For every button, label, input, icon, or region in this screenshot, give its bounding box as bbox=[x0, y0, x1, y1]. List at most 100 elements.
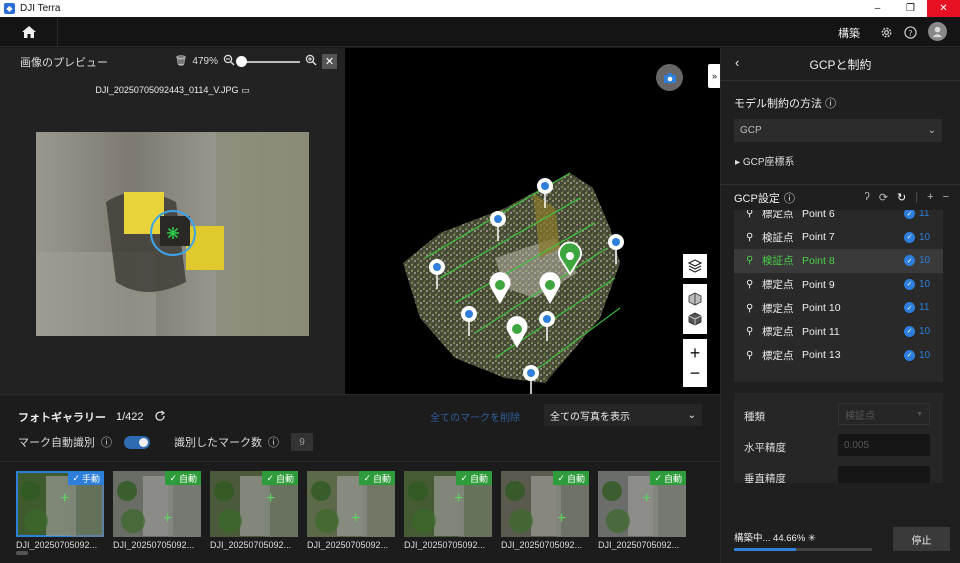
mode-label[interactable]: 構築 bbox=[838, 25, 860, 41]
screenshot-camera-button[interactable] bbox=[656, 64, 683, 91]
gcp-row[interactable]: ⚲ 検証点 Point 7 ✓ 10 bbox=[734, 226, 943, 250]
gcp-info-icon[interactable]: ⓘ bbox=[784, 190, 795, 206]
kind-dropdown[interactable]: 検証点 ▼ bbox=[838, 403, 930, 425]
check-icon: ✓ bbox=[72, 472, 80, 483]
h-accuracy-input[interactable]: 0.005 bbox=[838, 434, 930, 456]
gcp-type: 標定点 bbox=[762, 210, 794, 221]
close-preview-button[interactable]: ✕ bbox=[322, 54, 337, 69]
photo-thumbnail[interactable]: ✓ 手動 + DJI_20250705092... bbox=[16, 471, 104, 550]
photo-thumbnail[interactable]: ✓ 自動 + DJI_20250705092... bbox=[404, 471, 492, 550]
check-icon: ✓ bbox=[557, 472, 565, 483]
badge-label: 自動 bbox=[566, 473, 585, 484]
photo-thumbnail[interactable]: ✓ 自動 + DJI_20250705092... bbox=[501, 471, 589, 550]
auto-mark-info-icon[interactable]: ⓘ bbox=[101, 434, 112, 450]
window-titlebar: ◆ DJI Terra – ❐ ✕ bbox=[0, 0, 960, 17]
viewport-zoom-in-button[interactable]: + bbox=[690, 343, 701, 363]
gcp-type: 検証点 bbox=[762, 231, 794, 244]
folder-icon[interactable]: ▭ bbox=[241, 85, 250, 95]
thumbnail-caption: DJI_20250705092... bbox=[16, 540, 98, 550]
v-accuracy-input[interactable] bbox=[838, 466, 930, 483]
point-cloud-viewport[interactable] bbox=[345, 48, 720, 394]
gcp-check-icon[interactable]: ✓ bbox=[904, 255, 915, 267]
mark-badge: ✓ 自動 bbox=[262, 471, 298, 485]
gcp-type: 標定点 bbox=[762, 279, 794, 292]
progress-text: 構築中... 44.66% bbox=[734, 533, 806, 544]
badge-label: 自動 bbox=[469, 473, 488, 484]
constraint-method-dropdown[interactable]: GCP ⌄ bbox=[734, 119, 942, 142]
gcp-check-icon[interactable]: ✓ bbox=[904, 349, 915, 361]
back-chevron-icon[interactable]: ‹ bbox=[735, 55, 739, 70]
gallery-scrollbar[interactable] bbox=[16, 551, 28, 555]
gcp-point-name: Point 11 bbox=[802, 325, 840, 338]
3d-cube-icon[interactable] bbox=[688, 292, 702, 306]
thumbnail-caption: DJI_20250705092... bbox=[307, 540, 389, 550]
zoom-out-icon[interactable] bbox=[223, 54, 235, 69]
refresh-icon[interactable] bbox=[154, 410, 166, 425]
zoom-slider-knob[interactable] bbox=[236, 55, 247, 67]
marks-count-value: 9 bbox=[291, 433, 313, 451]
gcp-row[interactable]: ⚲ 標定点 Point 11 ✓ 10 bbox=[734, 320, 943, 344]
marker-tool-icon[interactable]: ʔ bbox=[864, 191, 870, 204]
thumbnail-image: ✓ 自動 + bbox=[307, 471, 395, 537]
delete-icon[interactable]: 🗑 bbox=[175, 56, 188, 67]
thumbnail-caption: DJI_20250705092... bbox=[113, 540, 195, 550]
gcp-row[interactable]: ⚲ 標定点 Point 9 ✓ 10 bbox=[734, 273, 943, 297]
gcp-list: ⚲ 標定点 Point 6 ✓ 11 ⚲ 検証点 Point 7 ✓ 10 ⚲ 検証点 Point 8 ✓… bbox=[734, 210, 943, 382]
photo-thumbnail[interactable]: ✓ 自動 + DJI_20250705092... bbox=[598, 471, 686, 550]
gcp-check-icon[interactable]: ✓ bbox=[904, 210, 915, 219]
thumbnail-caption: DJI_20250705092... bbox=[210, 540, 292, 550]
zoom-in-icon[interactable] bbox=[305, 54, 317, 69]
zoomed-image-preview[interactable] bbox=[36, 132, 309, 336]
pin-tool-icon[interactable]: ⟳ bbox=[879, 191, 888, 204]
aerial-image-crop bbox=[36, 132, 309, 336]
user-avatar-icon[interactable] bbox=[928, 22, 947, 41]
viewport-zoom-out-button[interactable]: − bbox=[690, 363, 701, 383]
photo-thumbnail[interactable]: ✓ 自動 + DJI_20250705092... bbox=[210, 471, 298, 550]
photo-thumbnail[interactable]: ✓ 自動 + DJI_20250705092... bbox=[307, 471, 395, 550]
settings-gear-icon[interactable] bbox=[878, 24, 894, 40]
photo-filter-dropdown[interactable]: 全ての写真を表示 ⌄ bbox=[544, 404, 702, 426]
gcp-row[interactable]: ⚲ 標定点 Point 13 ✓ 10 bbox=[734, 344, 943, 368]
method-info-icon[interactable]: ⓘ bbox=[825, 98, 836, 110]
home-button[interactable] bbox=[0, 17, 58, 47]
gallery-count: 1/422 bbox=[116, 411, 144, 423]
check-icon: ✓ bbox=[460, 472, 468, 483]
add-gcp-button[interactable]: + bbox=[927, 191, 933, 204]
gcp-constraint-panel: ‹ GCPと制約 モデル制約の方法 ⓘ GCP ⌄ ▸ GCP座標系 GCP設定… bbox=[720, 48, 960, 563]
gcp-row[interactable]: ⚲ 標定点 Point 10 ✓ 11 bbox=[734, 296, 943, 320]
image-file-name: DJI_20250705092443_0114_V.JPG ▭ bbox=[0, 85, 345, 96]
auto-mark-toggle[interactable] bbox=[124, 435, 150, 449]
point-cloud-render bbox=[403, 172, 624, 394]
mark-badge: ✓ 自動 bbox=[456, 471, 492, 485]
gcp-photo-count: 10 bbox=[919, 255, 931, 267]
zoom-slider[interactable] bbox=[236, 55, 300, 67]
gcp-row[interactable]: ⚲ 標定点 Point 6 ✓ 11 bbox=[734, 210, 943, 226]
mark-badge: ✓ 手動 bbox=[68, 471, 104, 485]
gcp-check-icon[interactable]: ✓ bbox=[904, 278, 915, 290]
stop-button[interactable]: 停止 bbox=[893, 527, 950, 551]
sync-tool-icon[interactable]: ↻ bbox=[897, 191, 906, 204]
gcp-coordinate-expander[interactable]: ▸ GCP座標系 bbox=[735, 153, 794, 168]
marker-crosshair-icon: + bbox=[266, 490, 276, 507]
gcp-check-icon[interactable]: ✓ bbox=[904, 302, 915, 314]
maximize-button[interactable]: ❐ bbox=[894, 0, 927, 17]
gcp-type: 検証点 bbox=[762, 255, 794, 268]
thumbnail-image: ✓ 自動 + bbox=[113, 471, 201, 537]
gcp-check-icon[interactable]: ✓ bbox=[904, 231, 915, 243]
photo-thumbnail[interactable]: ✓ 自動 + DJI_20250705092... bbox=[113, 471, 201, 550]
close-window-button[interactable]: ✕ bbox=[927, 0, 960, 17]
gcp-point-name: Point 10 bbox=[802, 302, 841, 315]
caret-right-icon: ▸ bbox=[735, 157, 743, 168]
gcp-check-icon[interactable]: ✓ bbox=[904, 325, 915, 337]
remove-gcp-button[interactable]: − bbox=[943, 191, 949, 204]
h-accuracy-label: 水平精度 bbox=[744, 442, 786, 454]
marks-info-icon[interactable]: ⓘ bbox=[268, 434, 279, 450]
help-icon[interactable]: ? bbox=[902, 24, 918, 40]
solid-cube-icon[interactable] bbox=[688, 312, 702, 326]
minimize-button[interactable]: – bbox=[861, 0, 894, 17]
gcp-row[interactable]: ⚲ 検証点 Point 8 ✓ 10 bbox=[734, 249, 943, 273]
view-mode-button[interactable] bbox=[683, 254, 707, 278]
gcp-photo-count: 11 bbox=[919, 210, 930, 219]
gcp-photo-count: 10 bbox=[919, 325, 931, 337]
clear-all-marks-link[interactable]: 全てのマークを削除 bbox=[430, 409, 520, 424]
